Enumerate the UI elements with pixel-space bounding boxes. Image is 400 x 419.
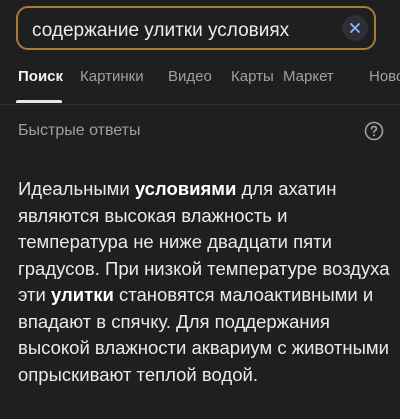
search-box[interactable]: содержание улитки условиях (16, 6, 376, 50)
close-icon (350, 23, 360, 33)
tab-video[interactable]: Видео (168, 68, 212, 85)
tab-market[interactable]: Маркет (283, 68, 334, 85)
answer-text-part: Идеальными (18, 178, 135, 199)
page: содержание улитки условиях Поиск Картинк… (0, 0, 400, 419)
question-circle-icon[interactable] (364, 121, 384, 141)
answer-highlight: условиями (134, 178, 237, 199)
active-tab-indicator (16, 100, 62, 103)
tab-news[interactable]: Новости (369, 68, 400, 85)
quick-answer-text: Идеальными условиями для ахатин являются… (18, 176, 390, 388)
search-tabs: Поиск Картинки Видео Карты Маркет Новост… (0, 60, 400, 105)
clear-search-button[interactable] (342, 15, 368, 41)
section-title: Быстрые ответы (18, 122, 141, 139)
tab-images[interactable]: Картинки (80, 68, 144, 85)
search-input[interactable]: содержание улитки условиях (32, 20, 289, 42)
tab-maps[interactable]: Карты (231, 68, 274, 85)
tab-search[interactable]: Поиск (18, 68, 63, 85)
answer-highlight: улитки (50, 284, 114, 305)
